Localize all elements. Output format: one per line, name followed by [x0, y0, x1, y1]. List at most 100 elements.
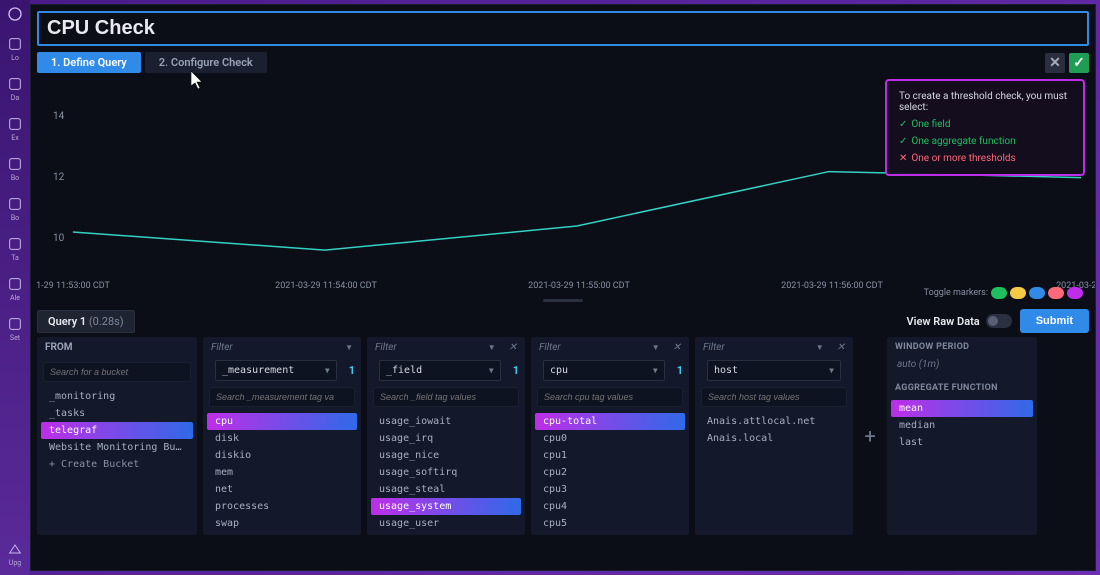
logo[interactable] — [3, 6, 27, 22]
aggregate-column: WINDOW PERIODauto (1m) AGGREGATE FUNCTION… — [887, 337, 1037, 535]
filter-key-select[interactable]: cpu▼ — [543, 360, 665, 381]
from-title: FROM — [45, 342, 73, 353]
filter-key-select[interactable]: _field▼ — [379, 360, 501, 381]
confirm-button[interactable]: ✓ — [1069, 53, 1089, 73]
list-item[interactable]: usage_irq — [371, 430, 521, 447]
list-item[interactable]: last — [891, 434, 1033, 451]
window-period-value[interactable]: auto (1m) — [887, 357, 1037, 372]
list-item[interactable]: cpu3 — [535, 481, 685, 498]
filter-search-input[interactable] — [209, 387, 355, 407]
check-icon: ✓ — [1073, 55, 1085, 71]
submit-button[interactable]: Submit — [1020, 309, 1089, 333]
chevron-down-icon: ▼ — [829, 366, 834, 375]
nav-item-bucket[interactable]: Bo — [3, 156, 27, 182]
aggregate-function-title: AGGREGATE FUNCTION — [887, 378, 1037, 398]
list-item[interactable]: Anais.attlocal.net — [699, 413, 849, 430]
check-icon: ✓ — [899, 119, 907, 130]
filter-title: Filter — [211, 342, 233, 353]
tab-label: 2. Configure Check — [159, 56, 253, 69]
list-item[interactable]: mean — [891, 400, 1033, 417]
list-item[interactable]: usage_nice — [371, 447, 521, 464]
tip-text: One aggregate function — [911, 136, 1015, 147]
list-item[interactable]: median — [891, 417, 1033, 434]
list-item[interactable]: _monitoring — [41, 388, 193, 405]
list-item[interactable]: cpu — [207, 413, 357, 430]
close-button[interactable]: ✕ — [1045, 53, 1065, 73]
list-item[interactable]: disk — [207, 430, 357, 447]
filter-key-select[interactable]: host ▼ — [707, 360, 841, 381]
list-item[interactable]: + Create Bucket — [41, 456, 193, 473]
chevron-down-icon[interactable]: ▼ — [652, 343, 660, 352]
tip-text: One or more thresholds — [911, 153, 1015, 164]
tip-row: ✓ One aggregate function — [899, 136, 1071, 147]
filter-key-select[interactable]: _measurement▼ — [215, 360, 337, 381]
check-name-input[interactable] — [37, 11, 1089, 46]
list-item[interactable]: _tasks — [41, 405, 193, 422]
list-item[interactable]: diskio — [207, 447, 357, 464]
tab-configure-check[interactable]: 2. Configure Check — [145, 52, 267, 73]
list-item[interactable]: usage_softirq — [371, 464, 521, 481]
from-search-input[interactable] — [43, 362, 191, 382]
step-tabs: 1. Define Query 2. Configure Check ✕ ✓ — [31, 50, 1095, 79]
marker-toggle[interactable] — [991, 287, 1007, 299]
marker-toggle[interactable] — [1067, 287, 1083, 299]
list-item[interactable]: swap — [207, 515, 357, 532]
remove-filter-button[interactable]: ✕ — [837, 342, 845, 353]
nav-item-clock[interactable]: Ta — [3, 236, 27, 262]
filter-search-input[interactable] — [701, 387, 847, 407]
check-icon: ✓ — [899, 136, 907, 147]
from-column: FROM _monitoring_taskstelegrafWebsite Mon… — [37, 337, 197, 535]
marker-toggle[interactable] — [1010, 287, 1026, 299]
remove-filter-button[interactable]: ✕ — [509, 342, 517, 353]
chevron-down-icon[interactable]: ▼ — [488, 343, 496, 352]
filter-key-label: host — [714, 365, 738, 376]
filter-search-input[interactable] — [373, 387, 519, 407]
view-raw-data-toggle[interactable]: View Raw Data — [907, 314, 1012, 328]
filter-title: Filter — [703, 342, 725, 353]
tip-intro: To create a threshold check, you must se… — [899, 91, 1071, 113]
list-item[interactable]: processes — [207, 498, 357, 515]
nav-item-user[interactable]: Lo — [3, 36, 27, 62]
submit-label: Submit — [1036, 315, 1073, 327]
list-item[interactable]: cpu4 — [535, 498, 685, 515]
filter-search-input[interactable] — [537, 387, 683, 407]
list-item[interactable]: cpu1 — [535, 447, 685, 464]
list-item[interactable]: usage_steal — [371, 481, 521, 498]
tab-define-query[interactable]: 1. Define Query — [37, 52, 141, 73]
toggle-markers-label: Toggle markers: — [924, 288, 988, 298]
list-item[interactable]: cpu-total — [535, 413, 685, 430]
nav-item-gear[interactable]: Set — [3, 316, 27, 342]
list-item[interactable]: telegraf — [41, 422, 193, 439]
list-item[interactable]: Anais.local — [699, 430, 849, 447]
query-tab-time: (0.28s) — [89, 315, 124, 328]
filter-key-label: _field — [386, 365, 422, 376]
nav-item-bell[interactable]: Ale — [3, 276, 27, 302]
chevron-down-icon[interactable]: ▼ — [816, 343, 824, 352]
window-period-title: WINDOW PERIOD — [887, 337, 1037, 357]
chevron-down-icon[interactable]: ▼ — [345, 343, 353, 352]
list-item[interactable]: cpu5 — [535, 515, 685, 532]
marker-toggle[interactable] — [1048, 287, 1064, 299]
filter-column: Filter▼ ✕_field▼1usage_iowaitusage_irqus… — [367, 337, 525, 535]
query-tab-label: Query 1 — [48, 315, 86, 328]
nav-item-grid[interactable]: Da — [3, 76, 27, 102]
toggle-markers: Toggle markers: — [924, 287, 1083, 299]
filter-count: 1 — [677, 364, 683, 377]
threshold-tip-card: To create a threshold check, you must se… — [885, 79, 1085, 176]
query-tab[interactable]: Query 1 (0.28s) — [37, 310, 135, 333]
list-item[interactable]: cpu2 — [535, 464, 685, 481]
list-item[interactable]: usage_system — [371, 498, 521, 515]
remove-filter-button[interactable]: ✕ — [673, 342, 681, 353]
list-item[interactable]: mem — [207, 464, 357, 481]
list-item[interactable]: usage_iowait — [371, 413, 521, 430]
list-item[interactable]: usage_user — [371, 515, 521, 532]
filter-column: Filter▼ ✕cpu▼1cpu-totalcpu0cpu1cpu2cpu3c… — [531, 337, 689, 535]
list-item[interactable]: Website Monitoring Bucket — [41, 439, 193, 456]
nav-item-dash[interactable]: Bo — [3, 196, 27, 222]
nav-item-check[interactable]: Ex — [3, 116, 27, 142]
add-filter-button[interactable]: + — [859, 337, 881, 535]
upgrade-button[interactable]: Upg — [3, 541, 27, 567]
list-item[interactable]: cpu0 — [535, 430, 685, 447]
marker-toggle[interactable] — [1029, 287, 1045, 299]
list-item[interactable]: net — [207, 481, 357, 498]
